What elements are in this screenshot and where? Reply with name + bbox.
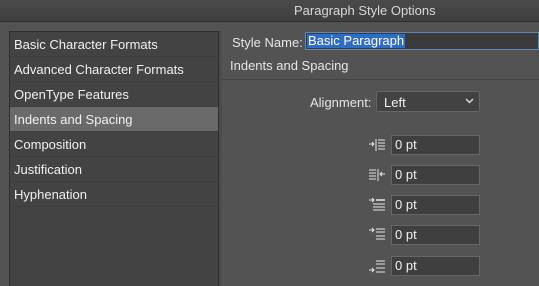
- sidebar-item-indents-and-spacing[interactable]: Indents and Spacing: [10, 107, 218, 132]
- sidebar-item-label: Advanced Character Formats: [14, 62, 184, 77]
- sidebar-item-label: OpenType Features: [14, 87, 129, 102]
- right-indent-icon: [369, 169, 385, 181]
- left-indent-icon: [369, 139, 385, 151]
- title-bar[interactable]: Paragraph Style Options: [0, 0, 539, 22]
- section-title: Indents and Spacing: [230, 58, 349, 73]
- style-name-value: Basic Paragraph: [307, 33, 406, 48]
- sidebar-item-label: Hyphenation: [14, 187, 87, 202]
- first-line-indent-icon: [369, 197, 385, 211]
- alignment-dropdown[interactable]: Left: [376, 91, 480, 112]
- sidebar-item-opentype-features[interactable]: OpenType Features: [10, 82, 218, 107]
- alignment-label: Alignment:: [310, 95, 372, 110]
- space-before-field[interactable]: 0 pt: [391, 225, 480, 245]
- sidebar-item-basic-character-formats[interactable]: Basic Character Formats: [10, 32, 218, 57]
- category-list: Basic Character Formats Advanced Charact…: [9, 31, 219, 286]
- style-name-input[interactable]: Basic Paragraph: [305, 32, 539, 50]
- sidebar-item-label: Basic Character Formats: [14, 37, 158, 52]
- divider: [222, 79, 539, 80]
- first-line-indent-field[interactable]: 0 pt: [391, 195, 480, 215]
- chevron-down-icon: [465, 98, 474, 104]
- space-after-icon: [369, 260, 385, 273]
- right-indent-field[interactable]: 0 pt: [391, 165, 480, 185]
- style-name-label: Style Name:: [232, 35, 303, 50]
- sidebar-item-label: Justification: [14, 162, 82, 177]
- alignment-value: Left: [384, 95, 406, 110]
- left-indent-field[interactable]: 0 pt: [391, 135, 480, 155]
- sidebar-item-advanced-character-formats[interactable]: Advanced Character Formats: [10, 57, 218, 82]
- sidebar-item-justification[interactable]: Justification: [10, 157, 218, 182]
- sidebar-item-composition[interactable]: Composition: [10, 132, 218, 157]
- space-after-field[interactable]: 0 pt: [391, 256, 480, 276]
- sidebar-item-hyphenation[interactable]: Hyphenation: [10, 182, 218, 207]
- settings-panel: Style Name: Basic Paragraph Indents and …: [222, 22, 539, 286]
- window-title: Paragraph Style Options: [294, 3, 436, 18]
- sidebar-item-label: Indents and Spacing: [14, 112, 133, 127]
- space-before-icon: [369, 227, 385, 240]
- sidebar-item-label: Composition: [14, 137, 87, 152]
